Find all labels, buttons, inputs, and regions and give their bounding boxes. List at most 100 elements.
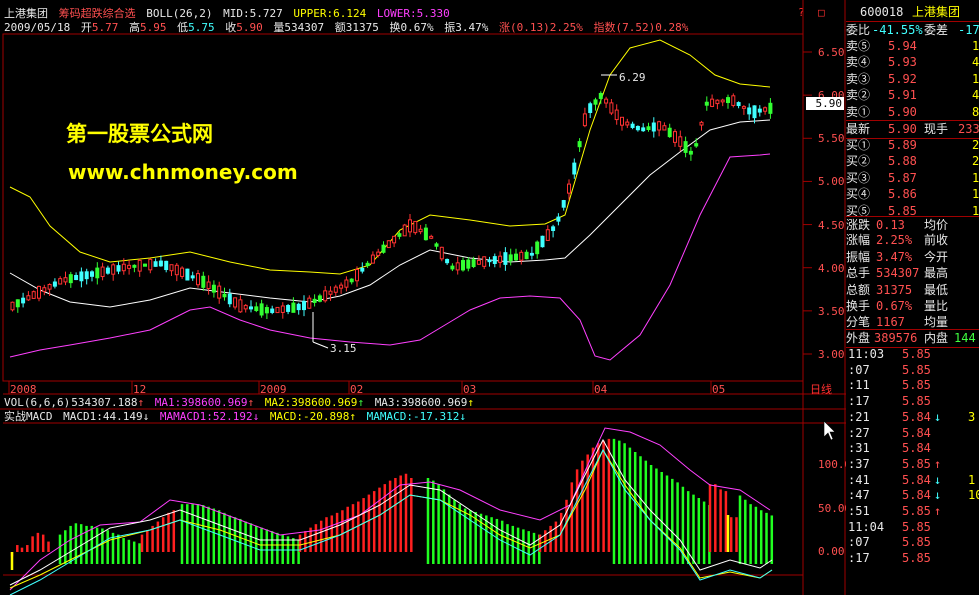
- ask-volume: 8: [972, 104, 979, 119]
- candle-body: [180, 267, 185, 277]
- tick-direction-icon: ↑: [934, 456, 942, 471]
- tick-row: :17 5.85: [846, 394, 979, 409]
- quote-stock-name: 上港集团: [912, 5, 961, 19]
- candle-body: [90, 271, 94, 277]
- candle-body: [683, 141, 688, 153]
- candle-body: [498, 255, 503, 263]
- candle-body: [296, 303, 301, 311]
- ma2-label: MA2:: [264, 396, 292, 409]
- candle-body: [169, 264, 174, 272]
- up-arrow-icon: ↑: [137, 396, 145, 409]
- bid-row[interactable]: 买③ 5.87 1: [846, 170, 979, 187]
- tick-price: 5.84: [902, 488, 931, 503]
- macd1-value: 44.149: [102, 410, 143, 423]
- tick-row: :07 5.85: [846, 535, 979, 550]
- price-panel-frame: [2, 33, 804, 382]
- ask-price: 5.94: [888, 39, 917, 53]
- candle-body: [84, 271, 89, 280]
- ma1-value: 398600.969: [181, 396, 248, 409]
- stat-value: 534307: [876, 266, 920, 281]
- tick-price: 5.85: [902, 456, 931, 471]
- mamacd1-label: MAMACD1:: [159, 410, 213, 423]
- tick-time: :07: [848, 362, 870, 377]
- price-axis-label: 6.50: [818, 46, 845, 59]
- stat-row: 总额 31375 最低: [846, 282, 979, 299]
- candle-body: [646, 126, 651, 131]
- ask-row[interactable]: 卖① 5.90 8: [846, 104, 979, 121]
- ask-row[interactable]: 卖④ 5.93 4: [846, 54, 979, 71]
- ask-row[interactable]: 卖② 5.91 4: [846, 87, 979, 104]
- candle-body: [741, 106, 746, 109]
- candle-body: [249, 306, 253, 310]
- high-annotation: 6.29: [619, 71, 646, 84]
- tick-time: :17: [848, 551, 870, 566]
- bid-label: 买③: [846, 170, 871, 185]
- bid-row[interactable]: 买② 5.88 2: [846, 153, 979, 170]
- up-arrow-icon: ↑: [349, 410, 356, 423]
- candle-body: [339, 284, 344, 289]
- candle-body: [158, 260, 163, 267]
- candle-body: [58, 278, 63, 285]
- bid-volume: 1: [972, 187, 979, 202]
- candle-body: [323, 290, 328, 302]
- tick-volume: 10: [968, 488, 979, 503]
- xianshou-label: 现手: [924, 122, 949, 136]
- vol-label: VOL(6,6,6): [4, 396, 71, 409]
- candle-body: [688, 150, 693, 155]
- candle-body: [678, 136, 683, 147]
- ask-volume: 1: [972, 39, 979, 53]
- candle-body: [127, 264, 132, 269]
- bid-volume: 2: [972, 154, 979, 169]
- weibi-label: 委比: [846, 23, 871, 37]
- macd-histogram: [10, 438, 774, 570]
- candle-body: [280, 305, 285, 313]
- candle-body: [434, 243, 439, 247]
- stat-value: 2.25%: [876, 233, 913, 248]
- ask-volume: 1: [972, 71, 979, 86]
- candle-body: [100, 266, 105, 278]
- stat-value: 31375: [876, 282, 913, 297]
- stat-label-2: 前收: [924, 233, 949, 248]
- tick-direction-icon: ↓: [934, 472, 942, 487]
- stat-row: 涨跌 0.13 均价: [846, 216, 979, 234]
- candle-body: [704, 101, 709, 106]
- candle-body: [471, 259, 476, 268]
- candle-body: [217, 285, 222, 299]
- vol-indicator-line[interactable]: VOL(6,6,6)534307.188↑ MA1:398600.969↑ MA…: [4, 396, 478, 409]
- candle-body: [227, 293, 232, 305]
- ma1-label: MA1:: [154, 396, 182, 409]
- up-arrow-icon: ↑: [247, 396, 255, 409]
- candle-body: [307, 297, 312, 309]
- candle-body: [47, 284, 52, 290]
- tick-price: 5.84: [902, 409, 931, 424]
- macd-indicator-line[interactable]: 实战MACD MACD1:44.149↓ MAMACD1:52.192↓ MAC…: [4, 410, 470, 423]
- candle-body: [635, 125, 640, 131]
- candle-body: [620, 116, 624, 126]
- period-daily-button[interactable]: 日线: [810, 383, 832, 396]
- candle-body: [699, 121, 704, 126]
- tick-direction-icon: ↓: [934, 488, 942, 503]
- candle-body: [720, 99, 725, 103]
- watermark-url: www.chnmoney.com: [68, 160, 298, 184]
- ask-row[interactable]: 卖⑤ 5.94 1: [846, 38, 979, 55]
- stat-label: 总手: [846, 266, 871, 281]
- candle-body: [567, 183, 571, 194]
- candle-body: [349, 278, 354, 283]
- kline-chart[interactable]: [0, 0, 846, 595]
- tick-row: :11 5.85: [846, 378, 979, 393]
- candle-body: [291, 302, 296, 313]
- bid-row[interactable]: 买④ 5.86 1: [846, 186, 979, 203]
- vol-current: 534307.188: [71, 396, 138, 409]
- ask-row[interactable]: 卖③ 5.92 1: [846, 71, 979, 88]
- xianshou-value: 233: [958, 122, 979, 136]
- candle-body: [768, 102, 773, 114]
- tick-row: 11:04 5.85: [846, 520, 979, 535]
- outer-label: 外盘: [846, 331, 871, 345]
- tick-price: 5.85: [902, 347, 931, 361]
- time-axis-label: 12: [133, 383, 147, 396]
- candle-body: [667, 127, 672, 138]
- bid-row[interactable]: 买① 5.89 2: [846, 137, 979, 154]
- inner-label: 内盘: [924, 331, 949, 345]
- candle-body: [264, 307, 269, 314]
- time-axis-label: 02: [350, 383, 364, 396]
